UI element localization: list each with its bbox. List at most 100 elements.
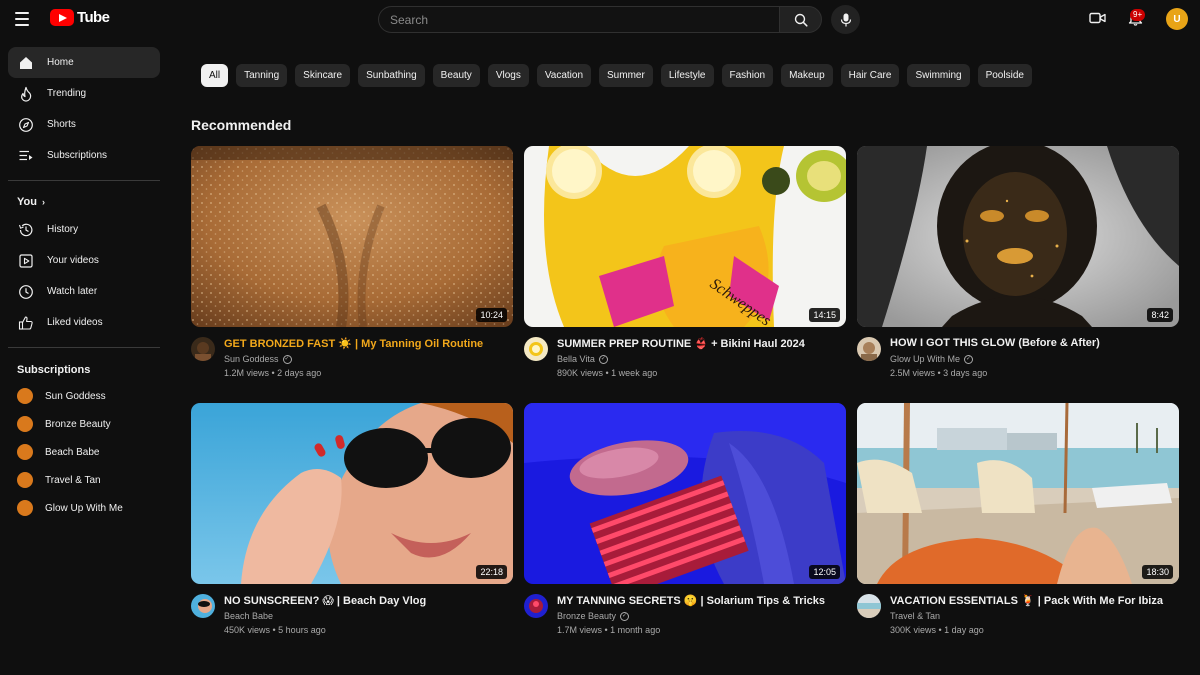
thumbnail-image: [857, 403, 1179, 584]
you-heading-label: You: [17, 196, 37, 208]
channel-avatar[interactable]: [857, 337, 881, 361]
chip-sunbathing[interactable]: Sunbathing: [358, 64, 425, 87]
chip-hair-care[interactable]: Hair Care: [840, 64, 900, 87]
sidebar-item-home[interactable]: Home: [8, 47, 160, 78]
chip-fashion[interactable]: Fashion: [721, 64, 774, 87]
notification-badge: 9+: [1130, 9, 1146, 21]
channel-name-text: Glow Up With Me: [890, 354, 961, 364]
video-stats: 450K views • 5 hours ago: [224, 625, 326, 635]
video-title[interactable]: MY TANNING SECRETS 🤫 | Solarium Tips & T…: [557, 594, 847, 607]
search-bar: [378, 6, 822, 33]
video-thumbnail[interactable]: 10:24: [191, 146, 513, 327]
create-button[interactable]: [1086, 7, 1108, 29]
thumbs-up-icon: [17, 314, 34, 331]
chip-vlogs[interactable]: Vlogs: [487, 64, 529, 87]
sidebar-item-subscriptions[interactable]: Subscriptions: [8, 140, 160, 171]
sidebar-item-label: Liked videos: [47, 317, 103, 328]
channel-name[interactable]: Bronze Beauty ✓: [557, 611, 630, 621]
video-thumbnail[interactable]: 18:30: [857, 403, 1179, 584]
video-card[interactable]: Schweppes 14:15 SUMMER PREP ROUTINE 👙 + …: [524, 146, 846, 387]
subscriptions-heading-label: Subscriptions: [17, 364, 91, 376]
channel-name[interactable]: Sun Goddess ✓: [224, 354, 292, 364]
channel-avatar[interactable]: [524, 594, 548, 618]
chip-beauty[interactable]: Beauty: [432, 64, 480, 87]
video-thumbnail[interactable]: 22:18: [191, 403, 513, 584]
subscription-item[interactable]: Glow Up With Me: [8, 494, 160, 522]
sidebar-item-liked-videos[interactable]: Liked videos: [8, 307, 160, 338]
video-title[interactable]: HOW I GOT THIS GLOW (Before & After): [890, 337, 1180, 349]
you-heading[interactable]: You ›: [8, 190, 160, 214]
chip-swimming[interactable]: Swimming: [907, 64, 970, 87]
subscriptions-icon: [17, 147, 34, 164]
video-title[interactable]: GET BRONZED FAST ☀️ | My Tanning Oil Rou…: [224, 337, 514, 350]
video-meta: MY TANNING SECRETS 🤫 | Solarium Tips & T…: [524, 584, 846, 644]
channel-avatar[interactable]: [524, 337, 548, 361]
chip-lifestyle[interactable]: Lifestyle: [660, 64, 714, 87]
history-icon: [17, 221, 34, 238]
search-icon: [794, 13, 808, 27]
chip-vacation[interactable]: Vacation: [536, 64, 592, 87]
user-avatar[interactable]: U: [1166, 8, 1188, 30]
sidebar: Home Trending Shorts Subscriptions You ›…: [8, 47, 160, 522]
channel-name-text: Bronze Beauty: [557, 611, 617, 621]
video-duration: 14:15: [809, 308, 840, 322]
channel-avatar: [17, 472, 33, 488]
video-card[interactable]: 22:18 NO SUNSCREEN? 😱 | Beach Day Vlog B…: [191, 403, 513, 644]
sidebar-item-your-videos[interactable]: Your videos: [8, 245, 160, 276]
chip-poolside[interactable]: Poolside: [977, 64, 1032, 87]
channel-name[interactable]: Travel & Tan: [890, 611, 940, 621]
video-card[interactable]: 8:42 HOW I GOT THIS GLOW (Before & After…: [857, 146, 1179, 387]
video-card[interactable]: 12:05 MY TANNING SECRETS 🤫 | Solarium Ti…: [524, 403, 846, 644]
channel-name[interactable]: Beach Babe: [224, 611, 273, 621]
subscription-item[interactable]: Travel & Tan: [8, 466, 160, 494]
voice-search-button[interactable]: [831, 5, 860, 34]
subscription-item[interactable]: Sun Goddess: [8, 382, 160, 410]
channel-name-text: Sun Goddess: [224, 354, 279, 364]
search-input[interactable]: [378, 6, 779, 33]
channel-avatar[interactable]: [857, 594, 881, 618]
video-title[interactable]: NO SUNSCREEN? 😱 | Beach Day Vlog: [224, 594, 514, 607]
video-title[interactable]: VACATION ESSENTIALS 🍹 | Pack With Me For…: [890, 594, 1180, 607]
sidebar-item-history[interactable]: History: [8, 214, 160, 245]
video-card[interactable]: 18:30 VACATION ESSENTIALS 🍹 | Pack With …: [857, 403, 1179, 644]
video-thumbnail[interactable]: 8:42: [857, 146, 1179, 327]
video-meta: HOW I GOT THIS GLOW (Before & After) Glo…: [857, 327, 1179, 387]
video-title[interactable]: SUMMER PREP ROUTINE 👙 + Bikini Haul 2024: [557, 337, 847, 350]
chip-tanning[interactable]: Tanning: [236, 64, 288, 87]
search-button[interactable]: [779, 6, 822, 33]
subscription-label: Bronze Beauty: [45, 418, 111, 430]
video-thumbnail[interactable]: 12:05: [524, 403, 846, 584]
subscription-label: Travel & Tan: [45, 474, 101, 486]
logo[interactable]: Tube: [50, 9, 110, 26]
channel-avatar[interactable]: [191, 594, 215, 618]
channel-avatar[interactable]: [191, 337, 215, 361]
sidebar-item-label: Trending: [47, 88, 87, 99]
sidebar-item-trending[interactable]: Trending: [8, 78, 160, 109]
chip-skincare[interactable]: Skincare: [295, 64, 351, 87]
sidebar-item-shorts[interactable]: Shorts: [8, 109, 160, 140]
subscription-label: Beach Babe: [45, 446, 100, 458]
thumbnail-image: [524, 403, 846, 584]
menu-icon[interactable]: [15, 9, 35, 29]
video-thumbnail[interactable]: Schweppes 14:15: [524, 146, 846, 327]
chip-summer[interactable]: Summer: [599, 64, 653, 87]
microphone-icon: [840, 13, 851, 26]
subscription-item[interactable]: Bronze Beauty: [8, 410, 160, 438]
video-duration: 10:24: [476, 308, 507, 322]
video-card[interactable]: 10:24 GET BRONZED FAST ☀️ | My Tanning O…: [191, 146, 513, 387]
flame-icon: [17, 85, 34, 102]
channel-name[interactable]: Glow Up With Me ✓: [890, 354, 974, 364]
channel-name[interactable]: Bella Vita ✓: [557, 354, 608, 364]
channel-name-text: Bella Vita: [557, 354, 595, 364]
chip-makeup[interactable]: Makeup: [781, 64, 833, 87]
verified-icon: ✓: [620, 611, 630, 621]
subscription-label: Glow Up With Me: [45, 502, 123, 514]
verified-icon: ✓: [598, 354, 608, 364]
subscription-item[interactable]: Beach Babe: [8, 438, 160, 466]
video-camera-icon: [1088, 12, 1106, 24]
sidebar-item-watch-later[interactable]: Watch later: [8, 276, 160, 307]
video-duration: 12:05: [809, 565, 840, 579]
channel-avatar: [17, 388, 33, 404]
chip-all[interactable]: All: [201, 64, 229, 87]
compass-icon: [17, 116, 34, 133]
